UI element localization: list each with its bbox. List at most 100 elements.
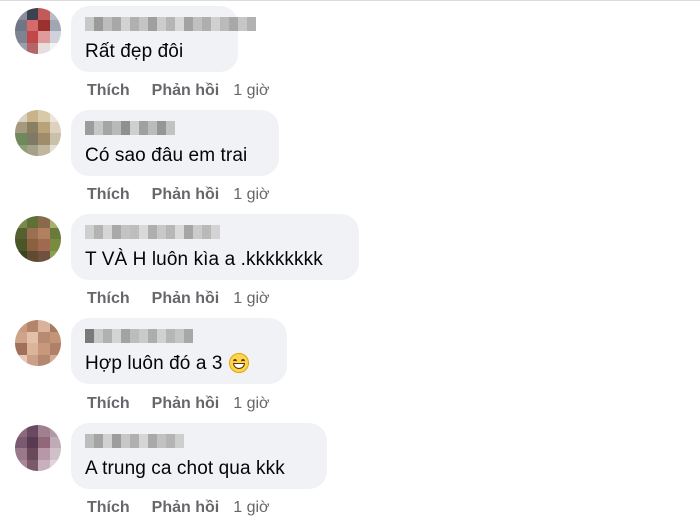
- avatar-pixel: [38, 144, 50, 156]
- avatar-pixel: [38, 121, 50, 133]
- name-blur-pixel: [121, 329, 130, 343]
- comment-text: T VÀ H luôn kìa a .kkkkkkkk: [85, 249, 323, 270]
- avatar-pixel: [15, 227, 27, 239]
- commenter-name-blurred[interactable]: [85, 17, 256, 31]
- avatar-pixel: [15, 19, 27, 31]
- avatar-pixel: [49, 19, 61, 31]
- avatar-pixel: [38, 31, 50, 43]
- comment-timestamp[interactable]: 1 giờ: [233, 499, 269, 517]
- reply-button[interactable]: Phản hồi: [152, 499, 220, 517]
- name-blur-pixel: [103, 17, 112, 31]
- name-blur-pixel: [148, 225, 157, 239]
- avatar-pixel: [26, 216, 38, 228]
- name-blur-pixel: [202, 225, 211, 239]
- comment-bubble: T VÀ H luôn kìa a .kkkkkkkk: [71, 214, 359, 280]
- comment-timestamp[interactable]: 1 giờ: [233, 186, 269, 204]
- name-blur-pixel: [193, 17, 202, 31]
- commenter-name-blurred[interactable]: [85, 434, 184, 448]
- comment-timestamp[interactable]: 1 giờ: [233, 290, 269, 308]
- avatar[interactable]: [15, 425, 61, 471]
- like-button[interactable]: Thích: [87, 82, 130, 100]
- name-blur-pixel: [103, 225, 112, 239]
- name-blur-pixel: [85, 121, 94, 135]
- avatar-pixel: [26, 331, 38, 343]
- avatar[interactable]: [15, 110, 61, 156]
- avatar[interactable]: [15, 8, 61, 54]
- name-blur-pixel: [130, 17, 139, 31]
- avatar-pixel: [38, 239, 50, 251]
- name-blur-pixel: [148, 329, 157, 343]
- avatar-pixel: [49, 8, 61, 20]
- avatar-pixel: [26, 8, 38, 20]
- commenter-name-blurred[interactable]: [85, 225, 220, 239]
- avatar-pixel: [26, 448, 38, 460]
- avatar-pixel: [38, 436, 50, 448]
- name-blur-pixel: [148, 121, 157, 135]
- name-blur-pixel: [85, 434, 94, 448]
- commenter-name-blurred[interactable]: [85, 329, 193, 343]
- reply-button[interactable]: Phản hồi: [152, 395, 220, 413]
- name-blur-pixel: [157, 121, 166, 135]
- comment-timestamp[interactable]: 1 giờ: [233, 395, 269, 413]
- avatar-pixel: [49, 436, 61, 448]
- comment-bubble: A trung ca chot qua kkk: [71, 423, 327, 489]
- name-blur-pixel: [112, 329, 121, 343]
- avatar-pixel: [15, 354, 27, 366]
- like-button[interactable]: Thích: [87, 186, 130, 204]
- reply-button[interactable]: Phản hồi: [152, 290, 220, 308]
- like-button[interactable]: Thích: [87, 395, 130, 413]
- avatar-pixel: [38, 133, 50, 145]
- name-blur-pixel: [184, 329, 193, 343]
- name-blur-pixel: [139, 329, 148, 343]
- name-blur-pixel: [112, 225, 121, 239]
- comment-text: A trung ca chot qua kkk: [85, 458, 285, 479]
- reply-button[interactable]: Phản hồi: [152, 186, 220, 204]
- comment-actions: Thích Phản hồi 1 giờ: [87, 395, 270, 413]
- name-blur-pixel: [238, 17, 247, 31]
- avatar-pixel: [26, 227, 38, 239]
- comment-thread: Rất đẹp đôi Thích Phản hồi 1 giờ Có sao …: [0, 0, 700, 527]
- avatar-pixel: [26, 110, 38, 122]
- comment-timestamp[interactable]: 1 giờ: [233, 82, 269, 100]
- avatar-pixel: [38, 19, 50, 31]
- avatar-pixel: [15, 320, 27, 332]
- avatar-pixel: [15, 144, 27, 156]
- avatar-pixel: [15, 425, 27, 437]
- avatar-pixel: [15, 216, 27, 228]
- name-blur-pixel: [121, 17, 130, 31]
- name-blur-pixel: [166, 225, 175, 239]
- name-blur-pixel: [166, 17, 175, 31]
- name-blur-pixel: [130, 225, 139, 239]
- avatar-pixel: [26, 42, 38, 54]
- avatar-pixel: [38, 320, 50, 332]
- avatar-pixel: [26, 354, 38, 366]
- like-button[interactable]: Thích: [87, 499, 130, 517]
- name-blur-pixel: [112, 434, 121, 448]
- name-blur-pixel: [157, 434, 166, 448]
- avatar-pixel: [38, 216, 50, 228]
- avatar[interactable]: [15, 216, 61, 262]
- avatar-pixel: [49, 320, 61, 332]
- avatar-pixel: [26, 144, 38, 156]
- comment-bubble: Hợp luôn đó a 3: [71, 318, 287, 384]
- avatar-pixel: [49, 133, 61, 145]
- avatar[interactable]: [15, 320, 61, 366]
- like-button[interactable]: Thích: [87, 290, 130, 308]
- avatar-pixel: [26, 31, 38, 43]
- avatar-pixel: [38, 331, 50, 343]
- avatar-pixel: [49, 331, 61, 343]
- name-blur-pixel: [94, 17, 103, 31]
- avatar-pixel: [38, 459, 50, 471]
- avatar-pixel: [15, 8, 27, 20]
- name-blur-pixel: [85, 17, 94, 31]
- avatar-pixel: [15, 436, 27, 448]
- avatar-pixel: [49, 110, 61, 122]
- avatar-pixel: [49, 239, 61, 251]
- avatar-pixel: [49, 448, 61, 460]
- commenter-name-blurred[interactable]: [85, 121, 175, 135]
- comment-text: Hợp luôn đó a 3: [85, 353, 249, 375]
- avatar-pixel: [26, 459, 38, 471]
- name-blur-pixel: [130, 121, 139, 135]
- reply-button[interactable]: Phản hồi: [152, 82, 220, 100]
- name-blur-pixel: [166, 329, 175, 343]
